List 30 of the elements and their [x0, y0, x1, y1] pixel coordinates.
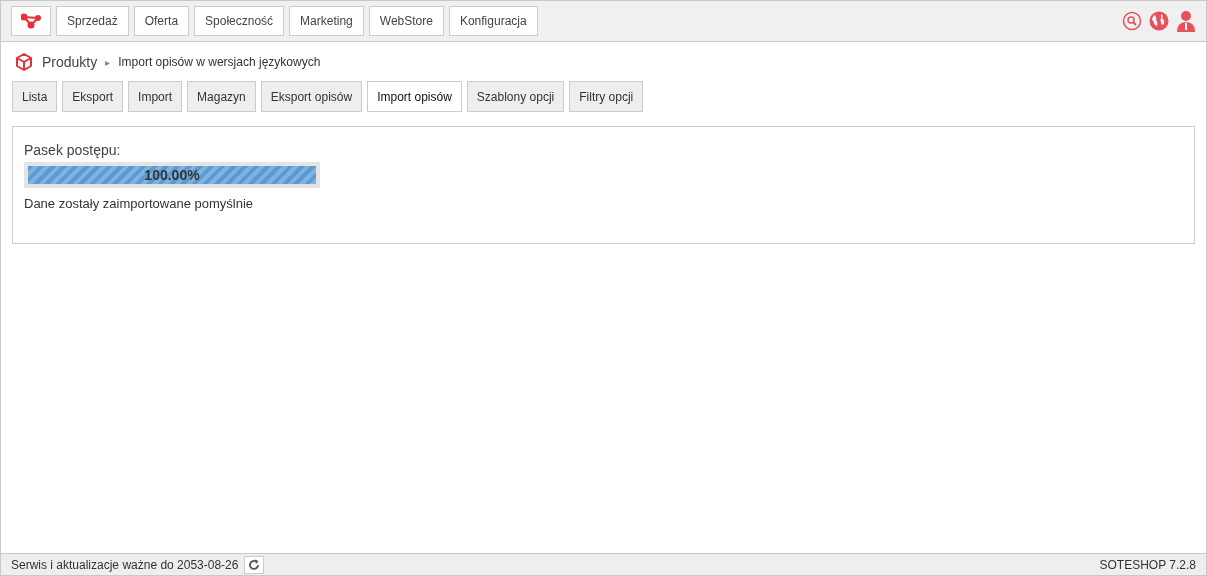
tab[interactable]: Magazyn: [187, 81, 256, 112]
user-icon[interactable]: [1176, 10, 1196, 32]
menu-button[interactable]: Marketing: [289, 6, 364, 36]
version-text: SOTESHOP 7.2.8: [1099, 557, 1196, 572]
license-text: Serwis i aktualizacje ważne do 2053-08-26: [11, 557, 239, 572]
cube-icon: [14, 52, 34, 72]
tab[interactable]: Import: [128, 81, 183, 112]
network-icon: [21, 13, 41, 29]
progress-label: Pasek postępu:: [24, 142, 122, 158]
menu-button[interactable]: WebStore: [368, 6, 444, 36]
tab[interactable]: Eksport: [62, 81, 124, 112]
search-icon[interactable]: [1122, 11, 1142, 31]
tab[interactable]: Eksport opisów: [260, 81, 363, 112]
tab[interactable]: Import opisów: [367, 81, 462, 112]
menu-button[interactable]: Społeczność: [194, 6, 285, 36]
progress-reading: 100.00%: [143, 166, 201, 184]
tab[interactable]: Lista: [12, 81, 58, 112]
menu-button[interactable]: Konfiguracja: [448, 6, 538, 36]
tab[interactable]: Szablony opcji: [466, 81, 565, 112]
breadcrumb-separator: ▸: [105, 56, 111, 68]
globe-icon[interactable]: [1149, 11, 1169, 31]
menu-button[interactable]: Oferta: [133, 6, 190, 36]
refresh-icon: [248, 558, 261, 571]
tab[interactable]: Filtry opcji: [569, 81, 644, 112]
home-button[interactable]: [11, 6, 51, 36]
refresh-button[interactable]: [244, 555, 265, 574]
status-message: Dane zostały zaimportowane pomyślnie: [24, 196, 255, 211]
breadcrumb-current: Import opisów w wersjach językowych: [118, 55, 321, 69]
menu-button[interactable]: Sprzedaż: [56, 6, 129, 36]
breadcrumb-link[interactable]: Produkty: [42, 54, 98, 70]
